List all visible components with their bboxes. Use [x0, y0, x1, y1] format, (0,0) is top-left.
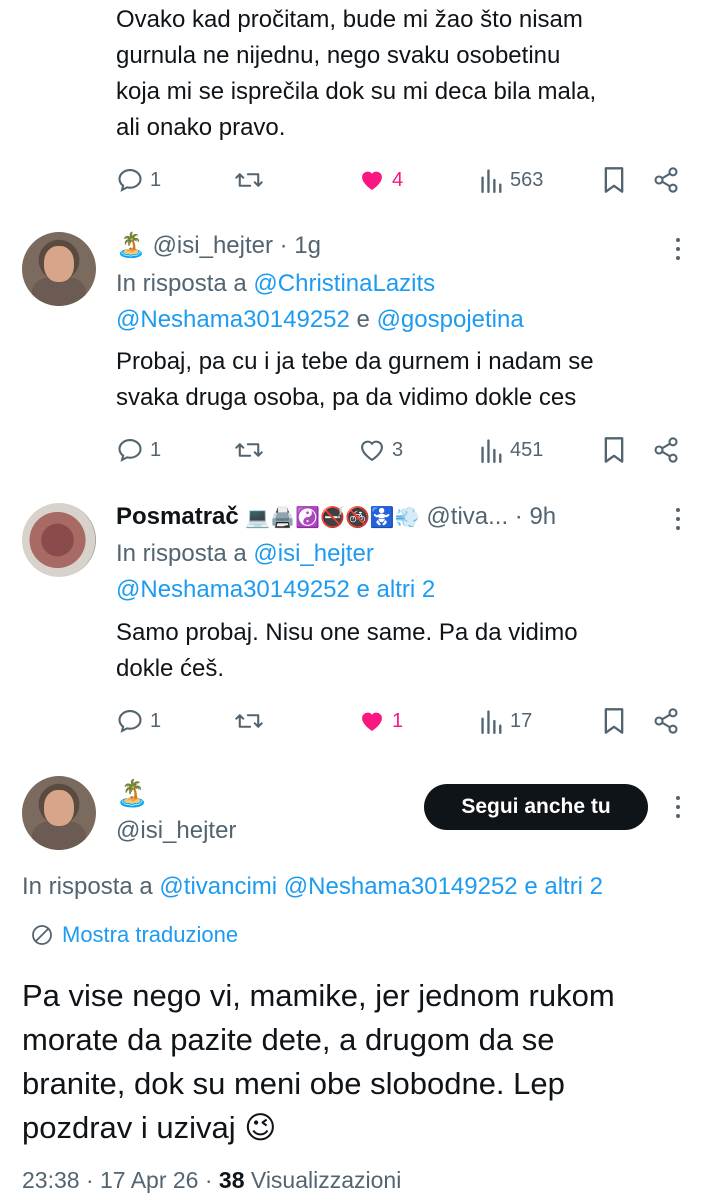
author-emoji[interactable]: 🏝️	[116, 232, 146, 259]
reply-button[interactable]: 1	[116, 701, 161, 741]
like-count: 1	[392, 709, 404, 732]
follow-button[interactable]: Segui anche tu	[424, 784, 648, 830]
views-count: 563	[510, 168, 544, 191]
views-icon	[481, 710, 502, 734]
author-handle-time[interactable]: @isi_hejter · 1g	[153, 232, 321, 259]
mention-link[interactable]: @Neshama30149252	[116, 576, 350, 603]
avatar[interactable]	[22, 776, 96, 850]
like-count: 4	[392, 168, 404, 191]
mention-link[interactable]: @gospojetina	[377, 306, 524, 333]
share-button[interactable]	[652, 430, 680, 470]
tweet-2-text: Probaj, pa cu i ja tebe da gurnem i nada…	[116, 348, 594, 411]
retweet-button[interactable]	[234, 160, 264, 200]
reply-context: In risposta a @tivancimi @Neshama3014925…	[22, 873, 604, 900]
main-tweet-text: Pa vise nego vi, mamike, jer jednom ruko…	[22, 978, 615, 1145]
like-icon	[362, 171, 382, 190]
retweet-icon	[235, 443, 263, 457]
views-button[interactable]: 563	[480, 160, 543, 200]
author-emojis: 💻🖨️☯️🚭🚳🚼💨	[245, 507, 420, 529]
like-button[interactable]: 4	[358, 160, 403, 200]
author-name[interactable]: Posmatrač	[116, 503, 239, 530]
reply-icon	[118, 710, 142, 733]
views-label: Visualizzazioni	[250, 1167, 402, 1193]
retweet-button[interactable]	[234, 701, 264, 741]
reply-context: In risposta a @isi_hejter @Neshama301492…	[116, 540, 436, 603]
reply-context: In risposta a @ChristinaLazits @Neshama3…	[116, 270, 524, 333]
mention-link[interactable]: @Neshama30149252	[284, 873, 518, 900]
others-link[interactable]: e altri 2	[524, 873, 603, 900]
views-button[interactable]: 17	[480, 701, 532, 741]
like-button[interactable]: 3	[358, 430, 403, 470]
reply-button[interactable]: 1	[116, 160, 161, 200]
views-count: 17	[510, 709, 533, 732]
views-count: 38	[218, 1167, 245, 1193]
more-icon[interactable]	[674, 238, 682, 265]
timestamp[interactable]: 23:38 · 17 Apr 26 ·	[22, 1167, 213, 1193]
like-icon	[362, 712, 382, 731]
tweet-1-actions: 1 4 563	[116, 160, 686, 200]
reply-count: 1	[150, 709, 162, 732]
retweet-button[interactable]	[234, 430, 264, 470]
mention-link[interactable]: @ChristinaLazits	[253, 270, 435, 297]
like-button[interactable]: 1	[358, 701, 403, 741]
share-icon	[654, 708, 678, 734]
tweet-3-actions: 1 1 17	[116, 701, 686, 741]
like-icon	[361, 440, 383, 462]
share-icon	[654, 437, 678, 463]
more-icon[interactable]	[674, 508, 682, 535]
avatar[interactable]	[22, 503, 96, 577]
like-count: 3	[392, 438, 404, 461]
bookmark-button[interactable]	[602, 701, 626, 741]
reply-icon	[118, 169, 142, 192]
tweet-2-actions: 1 3 451	[116, 430, 686, 470]
views-icon	[481, 439, 502, 463]
tweet-3-header: Posmatrač 💻🖨️☯️🚭🚳🚼💨 @tiva... · 9h	[116, 499, 656, 536]
mention-link[interactable]: @Neshama30149252	[116, 306, 350, 333]
bookmark-icon	[604, 437, 624, 463]
author-handle-time[interactable]: @tiva... · 9h	[426, 503, 556, 530]
share-button[interactable]	[652, 160, 680, 200]
translate-link[interactable]: Mostra traduzione	[30, 920, 238, 950]
bookmark-button[interactable]	[602, 430, 626, 470]
views-icon	[481, 169, 502, 193]
mention-link[interactable]: @isi_hejter	[253, 540, 373, 567]
tweet-meta: 23:38 · 17 Apr 26 · 38 Visualizzazioni	[22, 1164, 401, 1196]
retweet-icon	[235, 714, 263, 728]
tweet-3-text: Samo probaj. Nisu one same. Pa da vidimo…	[116, 619, 578, 682]
bookmark-icon	[604, 708, 624, 734]
share-icon	[654, 167, 678, 193]
avatar[interactable]	[22, 232, 96, 306]
reply-button[interactable]: 1	[116, 430, 161, 470]
bookmark-button[interactable]	[602, 160, 626, 200]
reply-icon	[118, 439, 142, 462]
more-icon[interactable]	[674, 796, 682, 823]
retweet-icon	[235, 173, 263, 187]
reply-count: 1	[150, 438, 162, 461]
bookmark-icon	[604, 167, 624, 193]
author-emoji[interactable]: 🏝️	[116, 776, 148, 810]
globe-icon	[32, 925, 52, 945]
tweet-1-text: Ovako kad pročitam, bude mi žao što nisa…	[116, 6, 597, 141]
others-link[interactable]: e altri 2	[357, 576, 436, 603]
views-count: 451	[510, 438, 544, 461]
mention-link[interactable]: @tivancimi	[159, 873, 277, 900]
tweet-2-header: 🏝️ @isi_hejter · 1g	[116, 228, 656, 264]
views-button[interactable]: 451	[480, 430, 543, 470]
share-button[interactable]	[652, 701, 680, 741]
author-handle[interactable]: @isi_hejter	[116, 814, 236, 848]
reply-count: 1	[150, 168, 162, 191]
